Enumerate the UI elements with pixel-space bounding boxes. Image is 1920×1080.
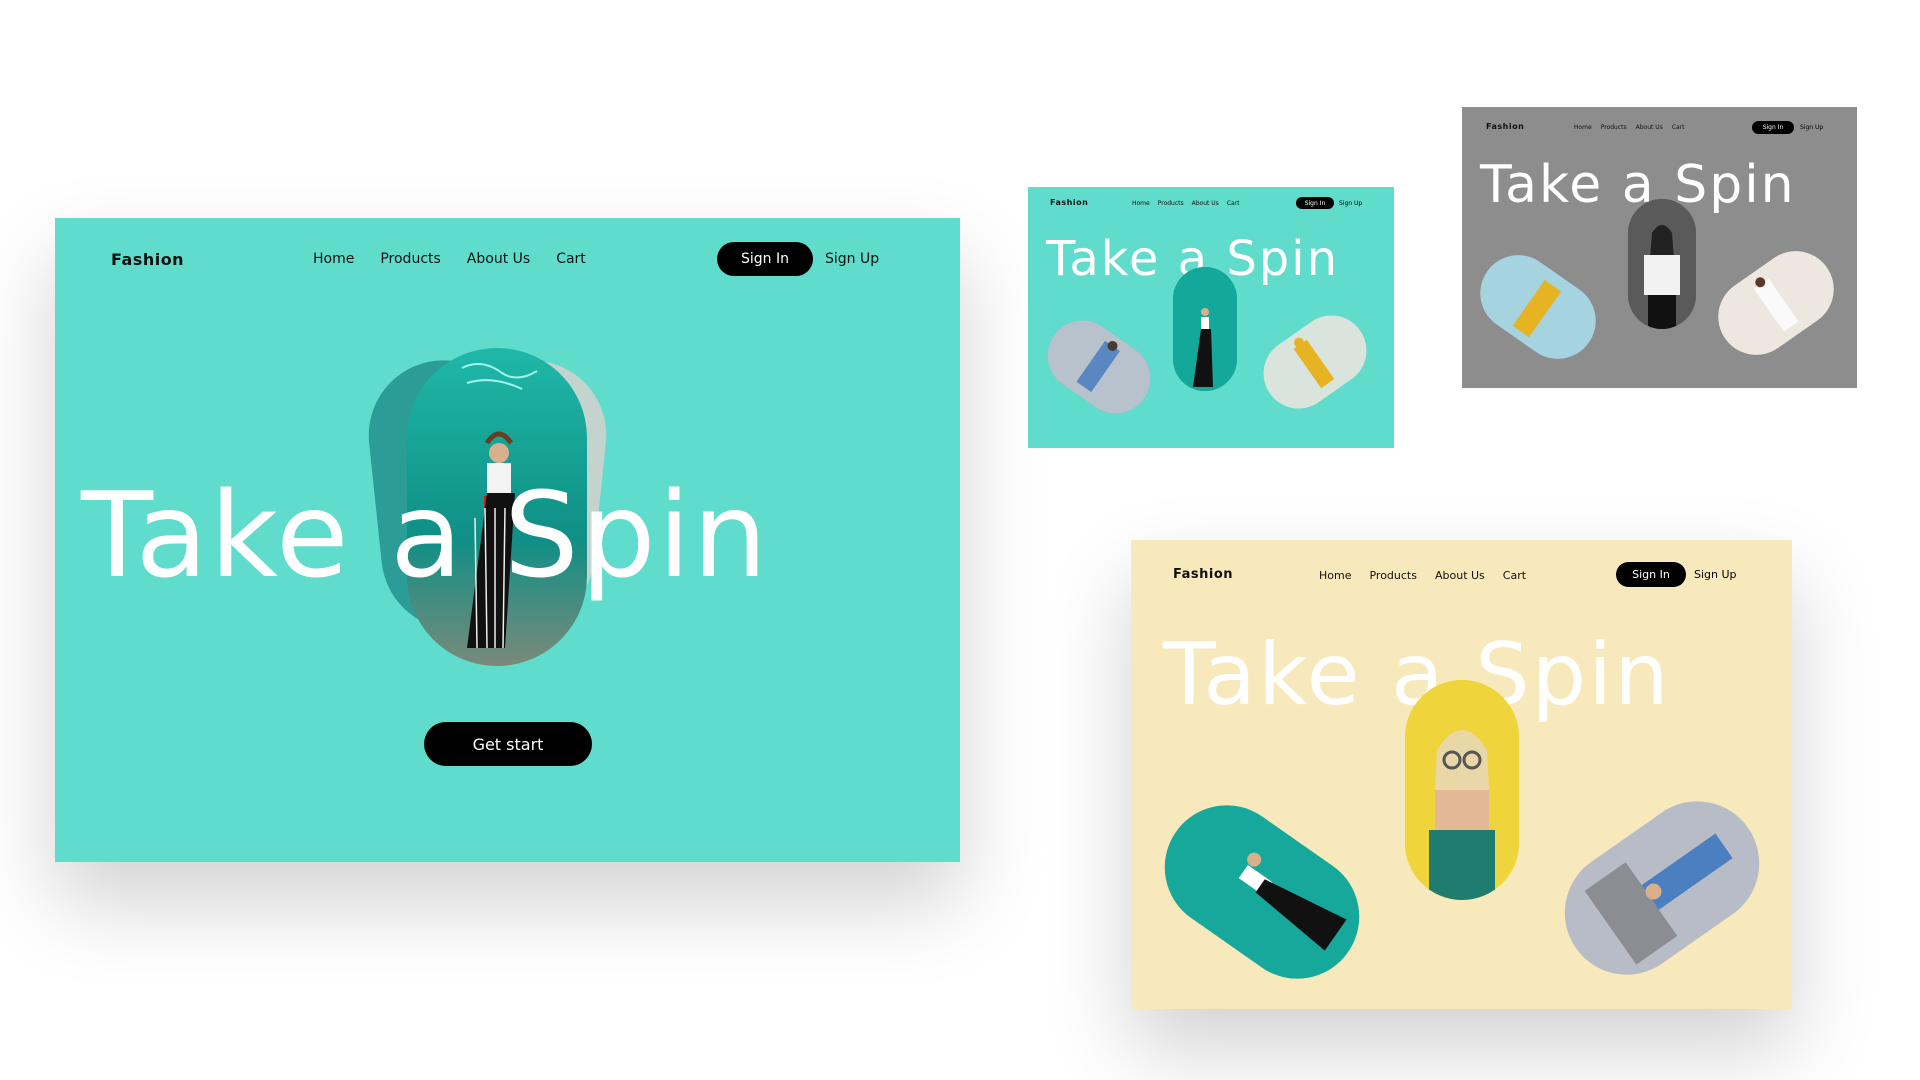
model-photo-right [1540, 776, 1784, 1000]
nav-cart-link[interactable]: Cart [556, 251, 586, 267]
grey-variant-card: Fashion Home Products About Us Cart Sign… [1462, 107, 1857, 388]
auth-group: Sign In Sign Up [717, 242, 879, 276]
teal-variant-card: Fashion Home Products About Us Cart Sign… [1028, 187, 1394, 448]
nav-products-link[interactable]: Products [1601, 124, 1627, 131]
nav-about-link[interactable]: About Us [1192, 200, 1219, 207]
nav-cart-link[interactable]: Cart [1672, 124, 1685, 131]
auth-group-small: Sign In Sign Up [1752, 121, 1823, 134]
brand-logo[interactable]: Fashion [111, 250, 184, 269]
cream-variant-card: Fashion Home Products About Us Cart Sign… [1131, 540, 1792, 1009]
nav-about-link[interactable]: About Us [1435, 569, 1485, 582]
model-photo-center [1628, 199, 1696, 329]
sign-up-link[interactable]: Sign Up [1800, 124, 1823, 131]
nav-home-link[interactable]: Home [313, 251, 354, 267]
brand-logo-medium[interactable]: Fashion [1173, 567, 1233, 582]
nav-cart-link[interactable]: Cart [1503, 569, 1526, 582]
sign-in-button[interactable]: Sign In [1616, 562, 1686, 587]
nav-home-link[interactable]: Home [1574, 124, 1592, 131]
model-photo-center [1405, 680, 1519, 900]
hero-title: Take a Spin [81, 466, 770, 604]
get-start-button[interactable]: Get start [424, 722, 592, 766]
nav-about-link[interactable]: About Us [467, 251, 530, 267]
brand-logo-small[interactable]: Fashion [1486, 122, 1524, 131]
nav-cart-link[interactable]: Cart [1227, 200, 1240, 207]
model-photo-right [1249, 301, 1381, 423]
main-nav: Home Products About Us Cart [313, 251, 586, 267]
model-photo-center [1173, 267, 1237, 391]
nav-home-link[interactable]: Home [1132, 200, 1150, 207]
sign-in-button[interactable]: Sign In [717, 242, 813, 276]
sign-up-link[interactable]: Sign Up [1694, 568, 1737, 581]
model-photo-left [1140, 780, 1384, 1004]
model-photo-left [1033, 306, 1165, 428]
nav-home-link[interactable]: Home [1319, 569, 1351, 582]
nav-products-link[interactable]: Products [380, 251, 440, 267]
sign-up-link[interactable]: Sign Up [825, 251, 879, 267]
main-nav-medium: Home Products About Us Cart [1319, 569, 1526, 582]
main-nav-small: Home Products About Us Cart [1132, 200, 1240, 207]
auth-group-medium: Sign In Sign Up [1616, 562, 1737, 587]
nav-products-link[interactable]: Products [1158, 200, 1184, 207]
nav-products-link[interactable]: Products [1369, 569, 1417, 582]
auth-group-small: Sign In Sign Up [1296, 197, 1362, 209]
hero-title-small: Take a Spin [1480, 155, 1796, 215]
sign-up-link[interactable]: Sign Up [1339, 200, 1362, 207]
main-nav-small: Home Products About Us Cart [1574, 124, 1685, 131]
sign-in-button[interactable]: Sign In [1296, 197, 1334, 209]
brand-logo-small[interactable]: Fashion [1050, 198, 1088, 207]
model-photo-right [1703, 236, 1849, 370]
main-landing-card: Fashion Home Products About Us Cart Sign… [55, 218, 960, 862]
model-photo-left [1465, 240, 1611, 374]
nav-about-link[interactable]: About Us [1636, 124, 1663, 131]
sign-in-button[interactable]: Sign In [1752, 121, 1794, 134]
